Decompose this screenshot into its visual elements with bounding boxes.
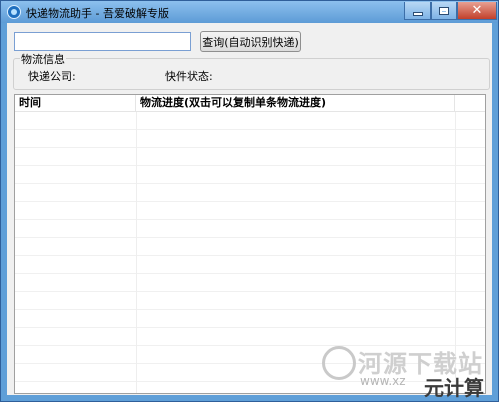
company-label: 快递公司: [28,70,76,83]
window-title: 快递物流助手 - 吾爱破解专版 [26,7,169,20]
maximize-button[interactable] [431,2,457,20]
query-button[interactable]: 查询(自动识别快递) [200,31,301,52]
list-body[interactable] [15,112,485,393]
maximize-icon [440,7,448,14]
close-button[interactable]: ✕ [457,2,497,20]
client-area: 查询(自动识别快递) 物流信息 快递公司: 快件状态: 时间 物流进度(双击可以… [7,23,492,395]
app-window: 快递物流助手 - 吾爱破解专版 ✕ 查询(自动识别快递) 物流信息 快递公司: … [0,0,499,402]
column-header-filler [455,95,485,111]
status-label: 快件状态: [165,70,213,83]
column-divider [455,112,456,393]
title-bar[interactable]: 快递物流助手 - 吾爱破解专版 ✕ [1,1,498,23]
column-header-time[interactable]: 时间 [15,95,136,111]
close-icon: ✕ [471,3,483,18]
column-divider [136,112,137,393]
logistics-info-group: 物流信息 快递公司: 快件状态: [13,51,490,90]
tracking-list[interactable]: 时间 物流进度(双击可以复制单条物流进度) [14,94,486,394]
column-header-progress[interactable]: 物流进度(双击可以复制单条物流进度) [136,95,455,111]
minimize-icon [413,13,422,15]
app-icon [7,5,21,19]
minimize-button[interactable] [404,2,431,20]
list-header: 时间 物流进度(双击可以复制单条物流进度) [15,95,485,112]
group-title: 物流信息 [20,51,66,67]
tracking-number-input[interactable] [14,32,191,51]
